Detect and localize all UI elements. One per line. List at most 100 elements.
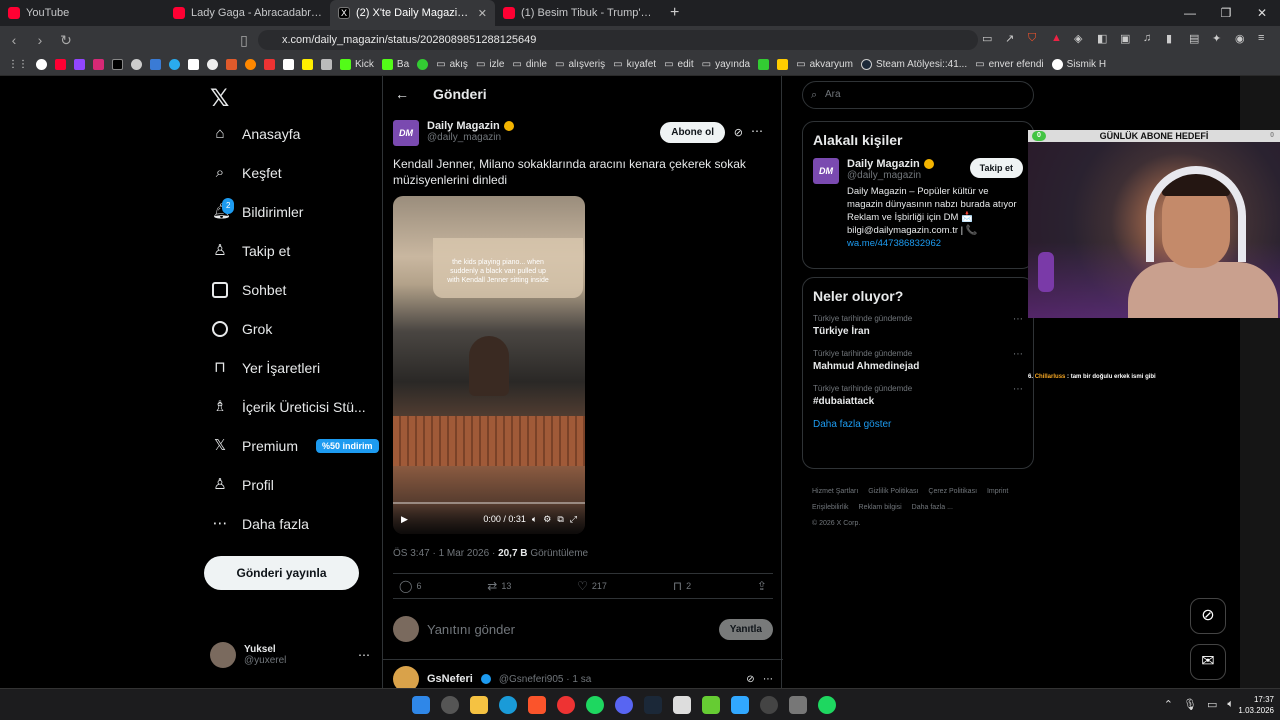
menu-icon[interactable]: ≡ [1258, 32, 1270, 46]
reply-button[interactable]: Yanıtla [718, 618, 773, 640]
bio-link[interactable]: wa.me/447386832962 [847, 238, 941, 249]
rewards-icon[interactable]: ▲ [1051, 32, 1063, 46]
forward-icon[interactable]: › [32, 32, 48, 48]
cast-icon[interactable]: ▭ [982, 32, 994, 46]
reload-icon[interactable]: ↻ [58, 32, 74, 49]
bookmark-w[interactable] [188, 59, 199, 70]
more-options-icon[interactable]: ⋯ [751, 124, 763, 138]
search-input[interactable]: Ara [802, 81, 1034, 109]
footer-link[interactable]: Çerez Politikası [928, 488, 977, 495]
post-button[interactable]: Gönderi yayınla [204, 556, 359, 590]
bookmark-folder-dinle[interactable]: ▭ dinle [512, 59, 547, 70]
settings-icon[interactable]: ⚙︎ [543, 514, 551, 525]
bookmark-x[interactable] [112, 59, 123, 70]
trend-item[interactable]: Türkiye tarihinde gündemde #dubaiattack … [813, 384, 1023, 407]
bookmark-folder-yayinda[interactable]: ▭ yayında [702, 59, 750, 70]
obs-icon[interactable] [760, 696, 778, 714]
wallet2-icon[interactable]: ▤ [1189, 32, 1201, 46]
sidebar-item-premium[interactable]: 𝕏 Premium %50 indirim [212, 438, 379, 454]
like-action[interactable]: ♡ 217 [577, 579, 607, 593]
apps-icon[interactable]: ⋮⋮ [8, 59, 28, 70]
brave-icon[interactable] [528, 696, 546, 714]
account-switcher[interactable]: Yuksel @yuxerel ⋯ [210, 642, 370, 668]
app-icon[interactable] [702, 696, 720, 714]
sidebar-icon[interactable]: ▮ [1166, 32, 1178, 46]
clock[interactable]: 17:37 1.03.2026 [1238, 694, 1274, 716]
search-icon[interactable] [441, 696, 459, 714]
mic-icon[interactable]: 🎙︎ [1183, 698, 1197, 711]
sidebar-item-grok[interactable]: Grok [212, 321, 272, 337]
reply-input[interactable]: Yanıtını gönder [427, 622, 515, 637]
share-action[interactable]: ⇪ [757, 579, 767, 593]
chevron-up-icon[interactable]: ⌃ [1164, 698, 1173, 711]
music-icon[interactable]: ♫ [1143, 32, 1155, 46]
brave-shield-icon[interactable]: ⛉ [1028, 32, 1040, 46]
bookmark-action[interactable]: ⊓ 2 [673, 579, 691, 593]
bookmark-telegram[interactable] [169, 59, 180, 70]
epic-icon[interactable] [673, 696, 691, 714]
tab-besim-tibuk[interactable]: (1) Besim Tibuk - Trump'a Kayıyor Or [495, 0, 660, 26]
photoshop-icon[interactable] [731, 696, 749, 714]
bookmark-google[interactable] [36, 59, 47, 70]
footer-link[interactable]: Hizmet Şartları [812, 488, 858, 495]
bookmark-twitch[interactable] [74, 59, 85, 70]
bookmark-ext4[interactable] [264, 59, 275, 70]
bookmark-folder-akvaryum[interactable]: ▭ akvaryum [796, 59, 853, 70]
bookmark-youtube[interactable] [55, 59, 66, 70]
minimize-icon[interactable]: — [1172, 0, 1208, 26]
back-icon[interactable]: ‹ [6, 32, 22, 48]
bookmark-ba[interactable]: Ba [381, 59, 409, 70]
sidebar-item-more[interactable]: ⋯ Daha fazla [212, 516, 309, 533]
reply-author-name[interactable]: GsNeferi [427, 673, 473, 685]
bookmark-folder-kiyafet[interactable]: ▭ kıyafet [613, 59, 656, 70]
bookmark-page-icon[interactable]: ▯ [236, 32, 252, 49]
show-more-link[interactable]: Daha fazla göster [813, 419, 1023, 430]
messages-fab-icon[interactable]: ✉ [1190, 644, 1226, 680]
close-tab-icon[interactable]: ✕ [478, 7, 487, 20]
bookmark-ext7[interactable] [417, 59, 429, 70]
bookmark-instagram[interactable] [93, 59, 104, 70]
video-player[interactable]: the kids playing piano... when suddenly … [393, 196, 585, 534]
ai-icon[interactable]: ✦ [1212, 32, 1224, 46]
bookmark-ext1[interactable] [207, 59, 218, 70]
trend-item[interactable]: Türkiye tarihinde gündemde Mahmud Ahmedi… [813, 349, 1023, 372]
discord-icon[interactable] [615, 696, 633, 714]
spotify-icon[interactable] [586, 696, 604, 714]
sidebar-item-chat[interactable]: Sohbet [212, 282, 286, 298]
bookmark-folder-alisveris[interactable]: ▭ alışveriş [555, 59, 605, 70]
back-arrow-icon[interactable]: ← [395, 86, 409, 102]
footer-link[interactable]: Reklam bilgisi [859, 504, 902, 511]
footer-link[interactable]: Daha fazla ... [912, 504, 953, 511]
sidebar-item-home[interactable]: ⌂ Anasayfa [212, 126, 300, 143]
vpn-icon[interactable]: ◈ [1074, 32, 1086, 46]
bookmark-amazon[interactable] [283, 59, 294, 70]
wallet-icon[interactable]: ◧ [1097, 32, 1109, 46]
sidebar-item-creator-studio[interactable]: ♗ İçerik Üreticisi Stü... [212, 399, 365, 416]
volume-icon[interactable]: 🔈︎ [532, 514, 537, 525]
sidebar-item-bookmarks[interactable]: ⊓ Yer İşaretleri [212, 360, 320, 377]
post-timestamp[interactable]: ÖS 3:47 · 1 Mar 2026 · [393, 548, 495, 559]
close-window-icon[interactable]: ✕ [1244, 0, 1280, 26]
bookmark-ext9[interactable] [777, 59, 789, 70]
bookmark-folder-izle[interactable]: ▭ izle [476, 59, 504, 70]
x-logo-icon[interactable]: 𝕏 [210, 84, 229, 113]
url-field[interactable]: x.com/daily_magazin/status/2028089851288… [258, 30, 978, 50]
restore-icon[interactable]: ❐ [1208, 0, 1244, 26]
volume-icon[interactable]: 🔈︎ [1227, 698, 1234, 711]
more-options-icon[interactable]: ⋯ [1013, 314, 1023, 325]
app2-icon[interactable] [789, 696, 807, 714]
tab-youtube[interactable]: YouTube [0, 0, 165, 26]
bookmark-github[interactable] [131, 59, 142, 70]
pip-icon[interactable]: ⧉ [557, 514, 563, 525]
steam-icon[interactable] [644, 696, 662, 714]
more-options-icon[interactable]: ⋯ [1013, 384, 1023, 395]
spotify2-icon[interactable] [818, 696, 836, 714]
person-avatar[interactable]: DM [813, 158, 839, 184]
trend-item[interactable]: Türkiye tarihinde gündemde Türkiye İran … [813, 314, 1023, 337]
author-handle[interactable]: @daily_magazin [427, 132, 514, 143]
bookmark-ext2[interactable] [226, 59, 237, 70]
bookmark-folder-enver[interactable]: ▭ enver efendi [975, 59, 1044, 70]
follow-button[interactable]: Takip et [969, 158, 1023, 178]
more-options-icon[interactable]: ⋯ [1013, 349, 1023, 360]
bookmark-site[interactable] [150, 59, 161, 70]
